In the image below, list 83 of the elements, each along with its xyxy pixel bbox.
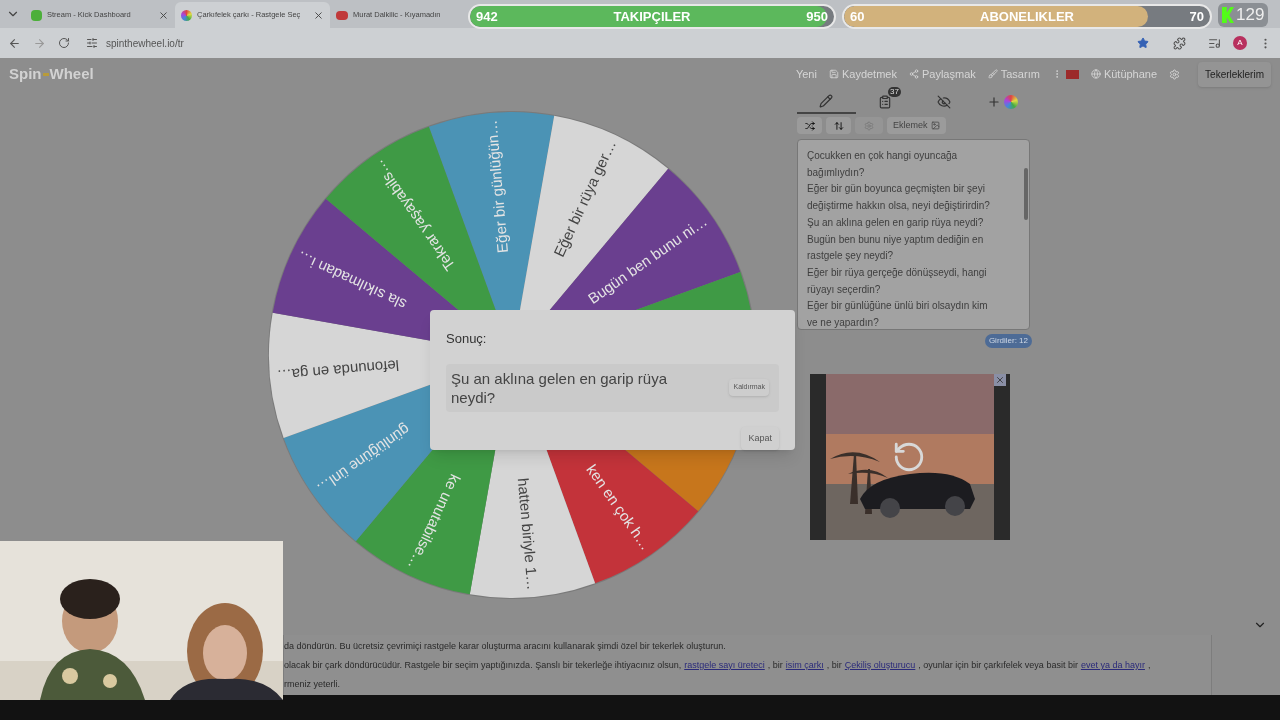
- brush-icon: [987, 69, 998, 79]
- wheel-label: ken en çok h…: [583, 461, 655, 553]
- tab-favicon-icon: [181, 9, 192, 21]
- site-logo[interactable]: Spin Wheel: [9, 62, 94, 86]
- wheel-label: lefonunda en ga…: [276, 356, 400, 385]
- eye-off-icon: [936, 95, 951, 109]
- entries-count: Girdiler: 12: [984, 334, 1032, 348]
- globe-icon: [1090, 69, 1101, 79]
- article-link[interactable]: Çekiliş oluşturucu: [844, 660, 916, 670]
- close-icon[interactable]: [313, 9, 324, 21]
- logo-mark-icon: [42, 72, 49, 76]
- wheel-label: Eğer bir günlüğün…: [482, 119, 512, 254]
- settings-icon[interactable]: [1169, 68, 1181, 80]
- nav-link[interactable]: Paylaşmak: [908, 65, 976, 83]
- editor-tab[interactable]: 37: [855, 90, 915, 114]
- entry-line: rastgele şey neydi?: [807, 249, 895, 264]
- nav-link[interactable]: Kütüphane: [1090, 65, 1158, 83]
- result-text: Şu an aklına gelen en garip rüya neydi?: [451, 368, 668, 407]
- profile-avatar[interactable]: A: [1233, 36, 1247, 50]
- entry-line: Çocukken en çok hangi oyuncağa: [807, 149, 959, 163]
- share-icon: [908, 69, 919, 79]
- wheel-label: hatten biriyle 1…: [514, 477, 542, 591]
- pencil-icon: [819, 94, 834, 108]
- shuffle-button[interactable]: [797, 117, 822, 134]
- forward-icon[interactable]: [33, 36, 46, 50]
- article-link[interactable]: evet ya da hayır: [1080, 660, 1145, 670]
- sort-icon: [833, 120, 844, 131]
- scrollbar-thumb[interactable]: [1024, 168, 1028, 220]
- nav-link[interactable]: Yeni: [795, 65, 817, 83]
- clipboard-icon: [878, 95, 893, 109]
- entry-line: rüyayı seçerdin?: [807, 282, 882, 297]
- entry-line: Eğer bir günlüğüne ünlü biri olsaydın kim: [807, 299, 989, 314]
- nav-link[interactable]: Kaydetmek: [828, 65, 897, 83]
- tab-favicon-icon: [336, 10, 348, 20]
- color-wheel-icon: [1004, 95, 1019, 109]
- kick-logo-icon: [1222, 7, 1234, 23]
- close-icon: [995, 375, 1005, 385]
- count-badge: 37: [888, 87, 901, 97]
- turkish-flag-icon[interactable]: [1065, 69, 1079, 79]
- back-icon[interactable]: [8, 36, 21, 50]
- entry-line: Şu an aklına gelen en garip rüya neydi?: [807, 215, 985, 230]
- address-field[interactable]: spinthewheel.io/tr: [106, 35, 184, 51]
- add-button[interactable]: Eklemek: [887, 117, 946, 134]
- my-wheels-button[interactable]: Tekerleklerim: [1198, 61, 1271, 87]
- sort-button[interactable]: [826, 117, 851, 134]
- replay-icon[interactable]: [892, 440, 926, 474]
- entry-line: değiştirme hakkın olsa, neyi değiştirirdin?: [807, 199, 991, 214]
- tab-favicon-icon: [31, 9, 42, 21]
- close-button[interactable]: Kapat: [741, 426, 779, 450]
- dialog-title: Sonuç:: [446, 330, 488, 348]
- article-text: da döndürün. Bu ücretsiz çevrimiçi rastgele karar oluşturma aracını kullanarak şimdi özel bir tekerlek oluşturun.: [284, 641, 727, 652]
- goal-target-count: 70: [1189, 7, 1204, 26]
- media-icon[interactable]: [1208, 36, 1221, 50]
- save-icon: [828, 69, 839, 79]
- entry-line: Bugün ben bunu niye yaptım dediğin en: [807, 232, 985, 247]
- plus-icon: [987, 95, 1002, 109]
- ad-close-button[interactable]: [994, 374, 1006, 386]
- viewer-count: 129: [1236, 4, 1265, 27]
- goal-start-count: 942: [476, 7, 498, 26]
- extensions-icon[interactable]: [1173, 36, 1186, 50]
- wheel-label: Eğer bir rüya ger…: [550, 137, 619, 260]
- goal-start-count: 60: [850, 7, 865, 26]
- bookmark-star-icon[interactable]: [1137, 37, 1149, 49]
- logo-text: Wheel: [49, 63, 94, 84]
- shuffle-icon: [804, 120, 815, 131]
- reload-icon[interactable]: [58, 37, 70, 49]
- entry-line: bağımlıydın?: [807, 165, 866, 180]
- entry-line: ve ne yapardın?: [807, 316, 880, 331]
- goal-label: ABONELIKLER: [980, 7, 1074, 26]
- article-text: olacak bir çark döndürücüdür. Rastgele bir seçim yaptığınızda. Şanslı bir tekerleğe ihtiyacınız olsun, rastgele sayı üreteci , bir isim çarkı , bir Çekiliş oluşturucu , oyunlar için bir çarkıfelek veya basit bir evet ya da hayır ,: [284, 660, 1152, 671]
- close-icon[interactable]: [158, 9, 169, 21]
- article-link[interactable]: rastgele sayı üreteci: [684, 660, 765, 670]
- article-text: rmeniz yeterli.: [284, 679, 341, 690]
- goal-label: TAKIPÇILER: [613, 7, 691, 26]
- entry-line: Eğer bir gün boyunca geçmişten bir şeyi: [807, 182, 986, 197]
- site-info-icon[interactable]: [86, 37, 98, 49]
- article-link[interactable]: isim çarkı: [785, 660, 824, 670]
- goal-target-count: 950: [806, 7, 828, 26]
- logo-text: Spin: [9, 63, 42, 84]
- nav-link[interactable]: Tasarım: [987, 65, 1040, 83]
- entries-textarea[interactable]: [797, 139, 1030, 330]
- entry-line: Eğer bir rüya gerçeğe dönüşseydi, hangi: [807, 265, 988, 280]
- image-icon: [930, 121, 940, 130]
